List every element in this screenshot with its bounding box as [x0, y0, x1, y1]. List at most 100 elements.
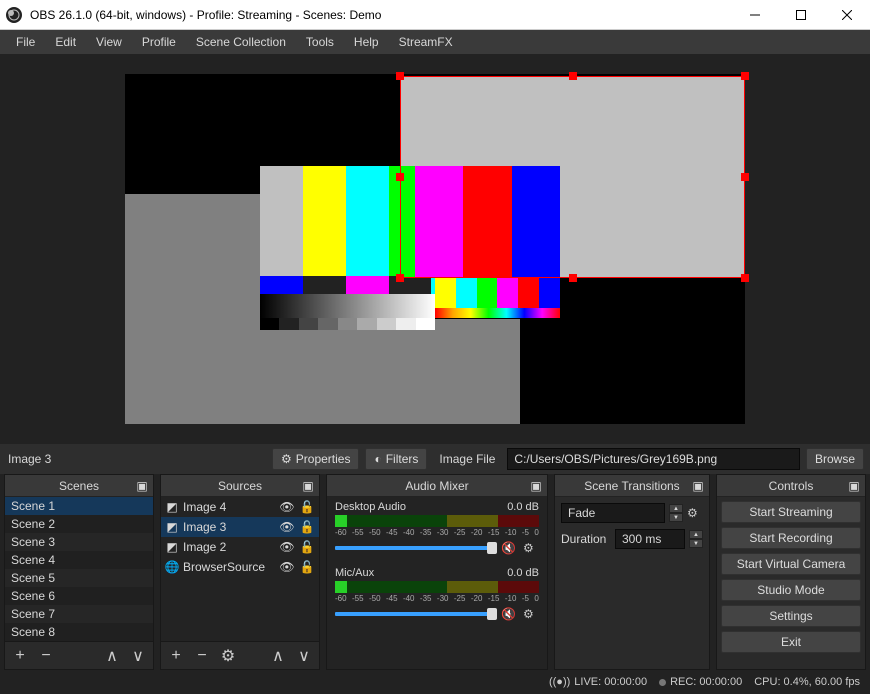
minimize-button[interactable] — [732, 0, 778, 30]
scenes-header[interactable]: Scenes▣ — [5, 475, 153, 497]
handle-tc[interactable] — [569, 72, 577, 80]
scene-item[interactable]: Scene 6 — [5, 587, 153, 605]
remove-scene-button[interactable]: − — [37, 647, 55, 665]
menu-profile[interactable]: Profile — [132, 30, 186, 54]
scene-item[interactable]: Scene 3 — [5, 533, 153, 551]
transitions-panel: Scene Transitions▣ Fade ▲▼ ⚙ Duration 30… — [554, 474, 710, 670]
source-item[interactable]: 🌐 BrowserSource 👁 🔓 — [161, 557, 319, 577]
visibility-toggle[interactable]: 👁 — [279, 539, 295, 555]
popout-icon[interactable]: ▣ — [529, 479, 543, 493]
source-item[interactable]: ◩ Image 2 👁 🔓 — [161, 537, 319, 557]
greysteps — [260, 318, 435, 330]
volume-slider[interactable] — [335, 612, 497, 616]
scene-item[interactable]: Scene 8 — [5, 623, 153, 641]
volume-slider[interactable] — [335, 546, 497, 550]
menubar: File Edit View Profile Scene Collection … — [0, 30, 870, 54]
popout-icon[interactable]: ▣ — [847, 479, 861, 493]
handle-bl[interactable] — [396, 274, 404, 282]
duration-spinner[interactable]: ▲▼ — [689, 530, 703, 548]
channel-name: Desktop Audio — [335, 501, 406, 513]
titlebar: OBS 26.1.0 (64-bit, windows) - Profile: … — [0, 0, 870, 30]
popout-icon[interactable]: ▣ — [301, 479, 315, 493]
maximize-button[interactable] — [778, 0, 824, 30]
visibility-toggle[interactable]: 👁 — [279, 499, 295, 515]
settings-button[interactable]: Settings — [721, 605, 861, 627]
close-button[interactable] — [824, 0, 870, 30]
mute-button[interactable]: 🔇 — [501, 607, 519, 621]
vu-meter — [335, 515, 539, 527]
sources-header[interactable]: Sources▣ — [161, 475, 319, 497]
studio-mode-button[interactable]: Studio Mode — [721, 579, 861, 601]
source-down-button[interactable]: ∨ — [295, 647, 313, 665]
scene-item[interactable]: Scene 7 — [5, 605, 153, 623]
sources-footer: + − ⚙ ∧ ∨ — [161, 641, 319, 669]
transition-spinner[interactable]: ▲▼ — [669, 504, 683, 522]
mixer-header[interactable]: Audio Mixer▣ — [327, 475, 547, 497]
lock-toggle[interactable]: 🔓 — [299, 499, 315, 515]
duration-input[interactable]: 300 ms — [615, 529, 685, 549]
popout-icon[interactable]: ▣ — [691, 479, 705, 493]
channel-settings-button[interactable]: ⚙ — [523, 541, 539, 555]
lock-toggle[interactable]: 🔓 — [299, 539, 315, 555]
scene-down-button[interactable]: ∨ — [129, 647, 147, 665]
handle-mr[interactable] — [741, 173, 749, 181]
start-virtual-camera-button[interactable]: Start Virtual Camera — [721, 553, 861, 575]
scene-item[interactable]: Scene 4 — [5, 551, 153, 569]
exit-button[interactable]: Exit — [721, 631, 861, 653]
lock-toggle[interactable]: 🔓 — [299, 519, 315, 535]
hue-strip — [435, 308, 560, 318]
transitions-body: Fade ▲▼ ⚙ Duration 300 ms ▲▼ — [555, 497, 709, 555]
scene-up-button[interactable]: ∧ — [103, 647, 121, 665]
scenes-list[interactable]: Scene 1 Scene 2 Scene 3 Scene 4 Scene 5 … — [5, 497, 153, 641]
menu-edit[interactable]: Edit — [45, 30, 86, 54]
scene-item[interactable]: Scene 5 — [5, 569, 153, 587]
transitions-header[interactable]: Scene Transitions▣ — [555, 475, 709, 497]
lock-toggle[interactable]: 🔓 — [299, 559, 315, 575]
start-recording-button[interactable]: Start Recording — [721, 527, 861, 549]
handle-bc[interactable] — [569, 274, 577, 282]
image-file-label: Image File — [433, 452, 501, 466]
menu-tools[interactable]: Tools — [296, 30, 344, 54]
meter-ticks: -60-55-50-45-40-35-30-25-20-15-10-50 — [335, 528, 539, 537]
transition-select[interactable]: Fade — [561, 503, 665, 523]
handle-tr[interactable] — [741, 72, 749, 80]
source-props-button[interactable]: ⚙ — [219, 647, 237, 665]
preview-area[interactable] — [0, 54, 870, 444]
remove-source-button[interactable]: − — [193, 647, 211, 665]
sources-list[interactable]: ◩ Image 4 👁 🔓 ◩ Image 3 👁 🔓 ◩ Image 2 👁 … — [161, 497, 319, 641]
visibility-toggle[interactable]: 👁 — [279, 559, 295, 575]
scene-item[interactable]: Scene 1 — [5, 497, 153, 515]
source-item[interactable]: ◩ Image 4 👁 🔓 — [161, 497, 319, 517]
meter-ticks: -60-55-50-45-40-35-30-25-20-15-10-50 — [335, 594, 539, 603]
source-item[interactable]: ◩ Image 3 👁 🔓 — [161, 517, 319, 537]
filters-button[interactable]: ◐Filters — [365, 448, 427, 470]
add-scene-button[interactable]: + — [11, 647, 29, 665]
handle-ml[interactable] — [396, 173, 404, 181]
menu-scene-collection[interactable]: Scene Collection — [186, 30, 296, 54]
source-up-button[interactable]: ∧ — [269, 647, 287, 665]
browse-button[interactable]: Browse — [806, 448, 864, 470]
controls-header[interactable]: Controls▣ — [717, 475, 865, 497]
handle-tl[interactable] — [396, 72, 404, 80]
menu-help[interactable]: Help — [344, 30, 389, 54]
scenes-footer: + − ∧ ∨ — [5, 641, 153, 669]
menu-streamfx[interactable]: StreamFX — [389, 30, 463, 54]
transition-settings-button[interactable]: ⚙ — [687, 506, 703, 520]
controls-body: Start Streaming Start Recording Start Vi… — [717, 497, 865, 657]
add-source-button[interactable]: + — [167, 647, 185, 665]
properties-button[interactable]: ⚙Properties — [272, 448, 359, 470]
menu-file[interactable]: File — [6, 30, 45, 54]
mute-button[interactable]: 🔇 — [501, 541, 519, 555]
scene-item[interactable]: Scene 2 — [5, 515, 153, 533]
menu-view[interactable]: View — [86, 30, 132, 54]
handle-br[interactable] — [741, 274, 749, 282]
visibility-toggle[interactable]: 👁 — [279, 519, 295, 535]
image-file-input[interactable] — [507, 448, 800, 470]
image-icon: ◩ — [165, 540, 179, 554]
start-streaming-button[interactable]: Start Streaming — [721, 501, 861, 523]
channel-settings-button[interactable]: ⚙ — [523, 607, 539, 621]
panels-row: Scenes▣ Scene 1 Scene 2 Scene 3 Scene 4 … — [0, 474, 870, 670]
image-icon: ◩ — [165, 520, 179, 534]
popout-icon[interactable]: ▣ — [135, 479, 149, 493]
preview-canvas[interactable] — [125, 74, 745, 424]
